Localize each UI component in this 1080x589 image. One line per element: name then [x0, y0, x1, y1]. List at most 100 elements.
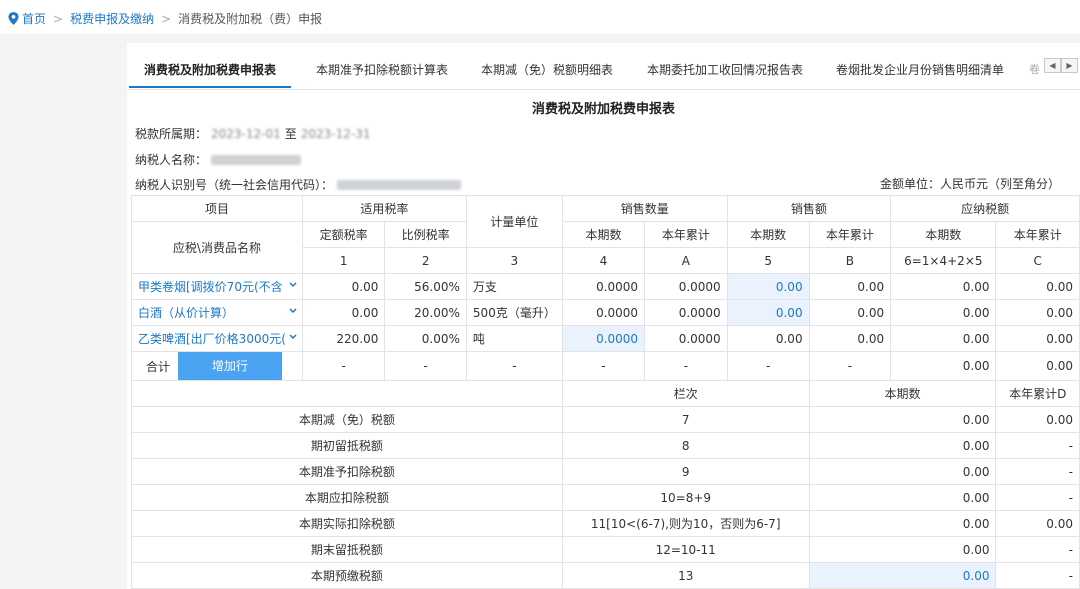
detail-ytd: - [995, 432, 1080, 459]
product-name: 甲类卷烟[调拨价70元(不含 [138, 280, 283, 294]
tab-consigned-processing[interactable]: 本期委托加工收回情况报告表 [632, 57, 818, 88]
dash-cell: - [301, 351, 386, 381]
total-tax-ytd: 0.00 [995, 351, 1080, 381]
breadcrumb-separator: > [53, 11, 64, 26]
top-bar: 首页 > 税费申报及缴纳 > 消费税及附加税（费）申报 [0, 0, 1080, 34]
period-start: 2023-12-01 [211, 126, 281, 141]
scroll-left-icon[interactable]: ◀ [1044, 58, 1061, 73]
detail-column: 7 [561, 406, 810, 433]
tax-ytd-cell: 0.00 [995, 325, 1080, 352]
fixed-rate-cell: 220.00 [301, 325, 386, 352]
tab-bar: 消费税及附加税费申报表 本期准予扣除税额计算表 本期减（免）税额明细表 本期委托… [127, 57, 1080, 90]
detail-row: 本期准予扣除税额 9 0.00 - [131, 458, 1080, 485]
header-tax: 应纳税额 [890, 195, 1080, 222]
prepaid-tax-input[interactable]: 0.00 [808, 562, 997, 589]
sales-current-cell: 0.00 [726, 325, 810, 352]
dash-cell: - [808, 351, 892, 381]
dash-cell: - [726, 351, 810, 381]
header-product-name: 应税\消费品名称 [131, 221, 303, 274]
breadcrumb-section[interactable]: 税费申报及缴纳 [70, 10, 154, 27]
form-panel: 消费税及附加税费申报表 本期准予扣除税额计算表 本期减（免）税额明细表 本期委托… [127, 43, 1080, 589]
product-name: 白酒（从价计算） [138, 306, 235, 320]
sales-ytd-cell: 0.00 [808, 325, 892, 352]
unit-cell: 500克（毫升） [465, 299, 563, 326]
detail-ytd: 0.00 [995, 406, 1080, 433]
detail-current: 0.00 [808, 536, 997, 563]
detail-current: 0.00 [808, 510, 997, 537]
detail-ytd: - [995, 484, 1080, 511]
detail-label: 期末留抵税额 [131, 536, 563, 563]
qty-ytd-cell: 0.0000 [644, 299, 728, 326]
sales-current-input[interactable]: 0.00 [726, 273, 810, 300]
detail-row: 本期实际扣除税额 11[10<(6-7),则为10，否则为6-7] 0.00 0… [131, 510, 1080, 537]
header-sales: 销售额 [726, 195, 892, 222]
ratio-rate-cell: 56.00% [384, 273, 467, 300]
unit-cell: 万支 [465, 273, 563, 300]
chevron-down-icon [289, 308, 297, 314]
taxpayer-name-row: 纳税人名称： [135, 151, 305, 168]
detail-ytd: - [995, 562, 1080, 589]
header-sales-current: 本期数 [726, 221, 810, 248]
detail-ytd: - [995, 458, 1080, 485]
tab-cigarette-wholesale[interactable]: 卷烟批发企业月份销售明细清单 [827, 57, 1013, 88]
detail-column: 9 [561, 458, 810, 485]
taxpayer-id-row: 纳税人识别号（统一社会信用代码）： [135, 176, 465, 193]
taxpayer-name-redacted [211, 154, 302, 165]
col-number: 5 [726, 247, 810, 274]
col-number: 4 [561, 247, 646, 274]
tab-main-return[interactable]: 消费税及附加税费申报表 [129, 57, 291, 88]
tax-current-cell: 0.00 [890, 325, 997, 352]
tax-period-row: 税款所属期： 2023-12-01 至 2023-12-31 [135, 125, 375, 142]
taxpayer-id-redacted [337, 179, 462, 190]
detail-label: 本期准予扣除税额 [131, 458, 563, 485]
fixed-rate-cell: 0.00 [301, 273, 386, 300]
detail-row: 本期预缴税额 13 0.00 - [131, 562, 1080, 589]
sales-ytd-cell: 0.00 [808, 299, 892, 326]
sales-current-input[interactable]: 0.00 [726, 299, 810, 326]
scroll-right-icon[interactable]: ▶ [1061, 58, 1078, 73]
header-period-amount: 本期数 [808, 380, 997, 407]
add-row-button[interactable]: 增加行 [177, 352, 282, 380]
qty-ytd-cell: 0.0000 [644, 273, 728, 300]
breadcrumb-home[interactable]: 首页 [22, 10, 46, 27]
period-label: 税款所属期： [135, 127, 208, 141]
tax-current-cell: 0.00 [890, 273, 997, 300]
qty-current-input[interactable]: 0.0000 [561, 325, 646, 352]
col-number: C [995, 247, 1080, 274]
tax-ytd-cell: 0.00 [995, 273, 1080, 300]
header-qty-ytd: 本年累计 [644, 221, 728, 248]
tab-deduction-calc[interactable]: 本期准予扣除税额计算表 [297, 57, 467, 88]
col-number: A [644, 247, 728, 274]
breadcrumb-current: 消费税及附加税（费）申报 [178, 12, 323, 26]
header-tax-ytd: 本年累计 [995, 221, 1080, 248]
period-to: 至 [284, 127, 297, 141]
qty-ytd-cell: 0.0000 [644, 325, 728, 352]
taxpayer-id-label: 纳税人识别号（统一社会信用代码）： [135, 178, 334, 192]
sales-ytd-cell: 0.00 [808, 273, 892, 300]
table-row: 乙类啤酒[出厂价格3000元( 220.00 0.00% 吨 0.0000 0.… [131, 325, 1080, 352]
detail-current: 0.00 [808, 432, 997, 459]
product-select[interactable]: 白酒（从价计算） [131, 299, 303, 326]
tab-exemption-detail[interactable]: 本期减（免）税额明细表 [472, 57, 622, 88]
table-row: 白酒（从价计算） 0.00 20.00% 500克（毫升） 0.0000 0.0… [131, 299, 1080, 326]
product-select[interactable]: 乙类啤酒[出厂价格3000元( [131, 325, 303, 352]
qty-current-cell: 0.0000 [561, 273, 646, 300]
unit-cell: 吨 [465, 325, 563, 352]
detail-column: 10=8+9 [561, 484, 810, 511]
detail-ytd: 0.00 [995, 510, 1080, 537]
detail-current: 0.00 [808, 484, 997, 511]
taxpayer-name-label: 纳税人名称： [135, 153, 208, 167]
header-quantity: 销售数量 [561, 195, 728, 222]
header-ratio-rate: 比例税率 [384, 221, 467, 248]
detail-current: 0.00 [808, 458, 997, 485]
detail-label: 本期实际扣除税额 [131, 510, 563, 537]
breadcrumb: 首页 > 税费申报及缴纳 > 消费税及附加税（费）申报 [8, 10, 322, 27]
header-qty-current: 本期数 [561, 221, 646, 248]
product-name: 乙类啤酒[出厂价格3000元( [138, 332, 286, 346]
product-select[interactable]: 甲类卷烟[调拨价70元(不含 [131, 273, 303, 300]
col-number: 3 [465, 247, 563, 274]
header-fixed-rate: 定额税率 [301, 221, 386, 248]
header-row-1: 项目 适用税率 计量单位 销售数量 销售额 应纳税额 [131, 195, 1080, 248]
detail-column: 8 [561, 432, 810, 459]
total-label-cell: 合计 增加行 [131, 351, 303, 381]
